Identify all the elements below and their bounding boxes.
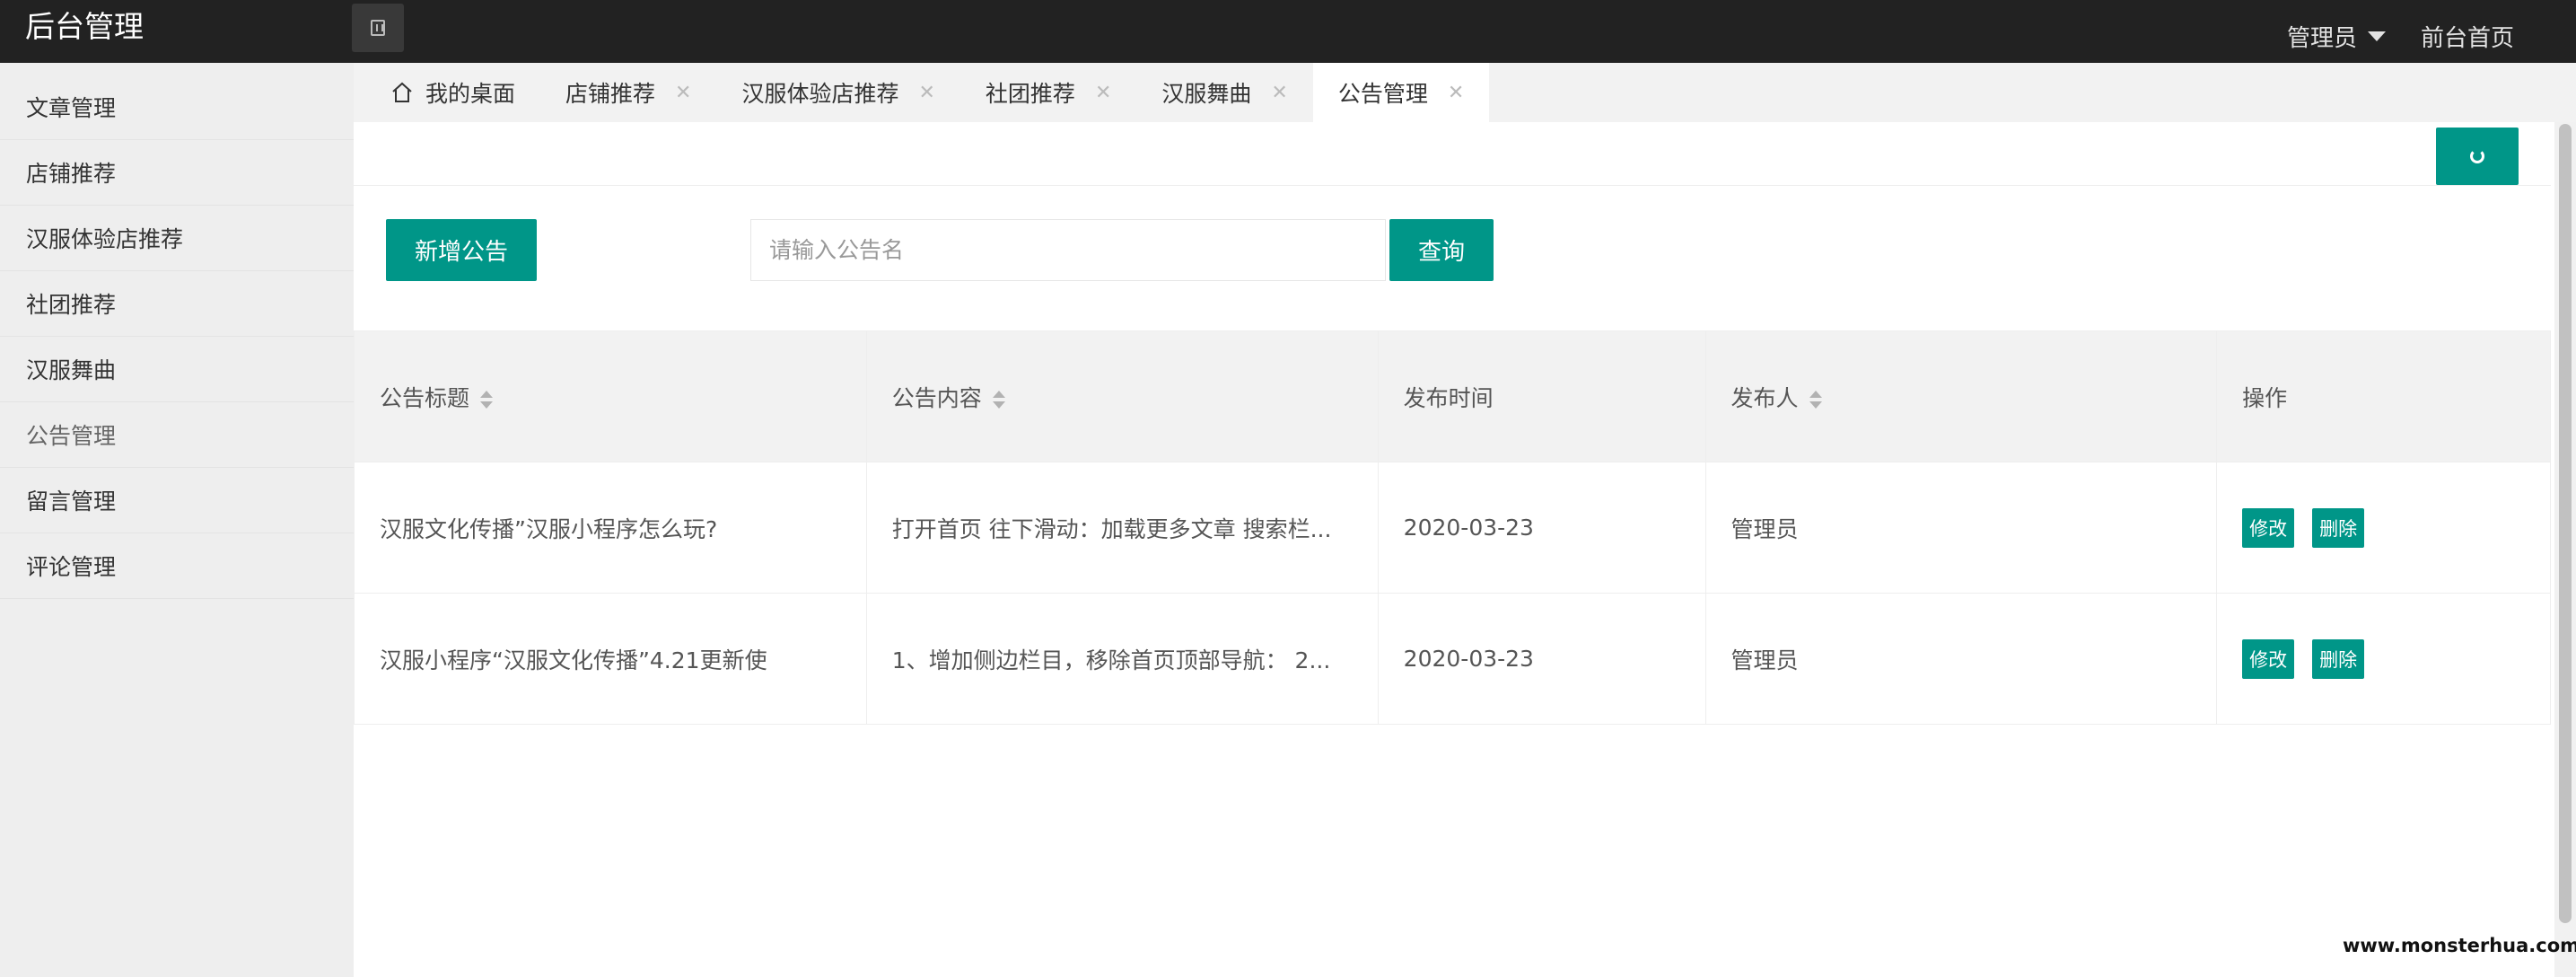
front-home-link[interactable]: 前台首页 bbox=[2421, 20, 2514, 53]
user-menu[interactable]: 管理员 bbox=[2287, 20, 2387, 53]
tab-dance[interactable]: 汉服舞曲 ✕ bbox=[1136, 63, 1312, 122]
chevron-down-icon bbox=[2368, 31, 2387, 41]
header-label: 发布人 bbox=[1730, 384, 1799, 411]
cell-author: 管理员 bbox=[1704, 462, 2218, 594]
table-row: 汉服小程序“汉服文化传播”4.21更新使 1、增加侧边栏目，移除首页顶部导航： … bbox=[354, 593, 2551, 725]
tab-label: 店铺推荐 bbox=[565, 81, 656, 107]
sidebar-item-articles[interactable]: 文章管理 bbox=[0, 75, 354, 140]
cell-content: 打开首页 往下滑动：加载更多文章 搜索栏... bbox=[865, 462, 1379, 594]
cell-actions: 修改 删除 bbox=[2216, 462, 2551, 594]
edit-button[interactable]: 修改 bbox=[2242, 507, 2295, 548]
watermark: www.monsterhua.com bbox=[2343, 935, 2576, 956]
sidebar-toggle-button[interactable] bbox=[352, 4, 404, 52]
tab-announcements[interactable]: 公告管理 ✕ bbox=[1312, 63, 1490, 122]
user-name: 管理员 bbox=[2287, 25, 2358, 52]
tab-clubs[interactable]: 社团推荐 ✕ bbox=[960, 63, 1136, 122]
vertical-scrollbar[interactable] bbox=[2554, 122, 2576, 977]
delete-button[interactable]: 删除 bbox=[2312, 638, 2365, 679]
sidebar-item-announcements[interactable]: 公告管理 bbox=[0, 402, 354, 468]
app-title: 后台管理 bbox=[25, 9, 144, 44]
tab-label: 社团推荐 bbox=[985, 81, 1075, 107]
table-row: 汉服文化传播”汉服小程序怎么玩? 打开首页 往下滑动：加载更多文章 搜索栏...… bbox=[354, 462, 2551, 594]
search-input[interactable] bbox=[750, 219, 1386, 281]
column-header-title[interactable]: 公告标题 bbox=[354, 330, 867, 462]
sidebar-item-messages[interactable]: 留言管理 bbox=[0, 468, 354, 533]
header-label: 发布时间 bbox=[1403, 384, 1494, 411]
cell-date: 2020-03-23 bbox=[1377, 462, 1706, 594]
cell-author: 管理员 bbox=[1704, 593, 2218, 725]
sidebar-item-experience-shops[interactable]: 汉服体验店推荐 bbox=[0, 206, 354, 271]
sidebar-item-clubs[interactable]: 社团推荐 bbox=[0, 271, 354, 337]
refresh-button[interactable] bbox=[2436, 128, 2519, 185]
sidebar-item-comments[interactable]: 评论管理 bbox=[0, 533, 354, 599]
query-button[interactable]: 查询 bbox=[1389, 219, 1494, 281]
table-header-row: 公告标题 公告内容 发布时间 发布人 操作 bbox=[354, 330, 2551, 462]
delete-button[interactable]: 删除 bbox=[2312, 507, 2365, 548]
top-header: 后台管理 管理员 前台首页 bbox=[0, 0, 2576, 63]
column-header-date: 发布时间 bbox=[1377, 330, 1706, 462]
column-header-content[interactable]: 公告内容 bbox=[865, 330, 1379, 462]
close-icon[interactable]: ✕ bbox=[918, 82, 934, 104]
column-header-actions: 操作 bbox=[2216, 330, 2551, 462]
cell-content: 1、增加侧边栏目，移除首页顶部导航： 2... bbox=[865, 593, 1379, 725]
tab-label: 公告管理 bbox=[1337, 81, 1428, 107]
tab-label: 汉服体验店推荐 bbox=[741, 81, 899, 107]
tab-experience-shops[interactable]: 汉服体验店推荐 ✕ bbox=[716, 63, 959, 122]
content-text: 打开首页 往下滑动：加载更多文章 搜索栏... bbox=[891, 515, 1332, 542]
close-icon[interactable]: ✕ bbox=[675, 82, 691, 104]
sidebar-item-shops[interactable]: 店铺推荐 bbox=[0, 140, 354, 206]
cell-title: 汉服文化传播”汉服小程序怎么玩? bbox=[354, 462, 867, 594]
close-icon[interactable]: ✕ bbox=[1095, 82, 1111, 104]
header-label: 操作 bbox=[2242, 384, 2288, 411]
close-icon[interactable]: ✕ bbox=[1271, 82, 1287, 104]
tab-label: 我的桌面 bbox=[425, 81, 516, 107]
header-label: 公告内容 bbox=[891, 384, 982, 411]
main-content: 新增公告 查询 公告标题 公告内容 发布时间 发布人 操作 汉服文化传播”汉服小… bbox=[354, 122, 2551, 977]
sidebar-item-dance[interactable]: 汉服舞曲 bbox=[0, 337, 354, 402]
refresh-icon bbox=[2470, 149, 2484, 163]
header-label: 公告标题 bbox=[380, 384, 470, 411]
column-header-author[interactable]: 发布人 bbox=[1704, 330, 2218, 462]
tab-desktop[interactable]: 我的桌面 bbox=[366, 63, 540, 122]
tab-label: 汉服舞曲 bbox=[1161, 81, 1252, 107]
close-icon[interactable]: ✕ bbox=[1448, 82, 1464, 104]
add-announcement-button[interactable]: 新增公告 bbox=[386, 219, 537, 281]
home-icon bbox=[392, 82, 412, 102]
cell-date: 2020-03-23 bbox=[1377, 593, 1706, 725]
edit-button[interactable]: 修改 bbox=[2242, 638, 2295, 679]
menu-collapse-icon bbox=[371, 20, 385, 36]
divider bbox=[354, 185, 2551, 186]
sort-icon[interactable] bbox=[992, 390, 1005, 409]
scrollbar-thumb[interactable] bbox=[2559, 124, 2572, 923]
sort-icon[interactable] bbox=[480, 390, 494, 409]
sort-icon[interactable] bbox=[1809, 390, 1822, 409]
announcement-table: 公告标题 公告内容 发布时间 发布人 操作 汉服文化传播”汉服小程序怎么玩? 打… bbox=[354, 330, 2551, 725]
tab-shops[interactable]: 店铺推荐 ✕ bbox=[540, 63, 716, 122]
cell-title: 汉服小程序“汉服文化传播”4.21更新使 bbox=[354, 593, 867, 725]
tab-bar: 我的桌面 店铺推荐 ✕ 汉服体验店推荐 ✕ 社团推荐 ✕ 汉服舞曲 ✕ 公告管理… bbox=[354, 63, 2576, 122]
sidebar: 文章管理 店铺推荐 汉服体验店推荐 社团推荐 汉服舞曲 公告管理 留言管理 评论… bbox=[0, 63, 354, 977]
content-text: 1、增加侧边栏目，移除首页顶部导航： 2... bbox=[891, 647, 1331, 673]
cell-actions: 修改 删除 bbox=[2216, 593, 2551, 725]
